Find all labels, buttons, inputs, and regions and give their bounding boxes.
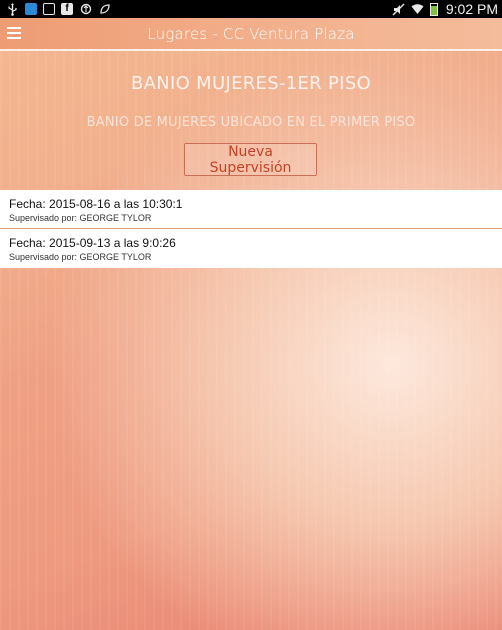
usb-icon [6, 2, 19, 16]
skype-icon [25, 3, 37, 15]
supervision-list-item[interactable]: Fecha: 2015-08-16 a las 10:30:1 Supervis… [0, 190, 502, 229]
battery-icon [429, 2, 438, 16]
wifi-icon [411, 3, 424, 16]
supervision-supervisor: Supervisado por: GEORGE TYLOR [9, 213, 152, 223]
data-saver-icon [98, 3, 111, 16]
place-name: BANIO MUJERES-1ER PISO [131, 73, 371, 94]
battery-level [430, 5, 437, 15]
new-supervision-button[interactable]: Nueva Supervisión [184, 143, 317, 176]
status-system: 9:02 PM [392, 1, 498, 17]
supervision-supervisor: Supervisado por: GEORGE TYLOR [9, 252, 152, 262]
facebook-icon: f [61, 3, 73, 15]
status-clock: 9:02 PM [445, 1, 498, 17]
supervision-date: Fecha: 2015-09-13 a las 9:0:26 [9, 236, 176, 250]
page-title: Lugares - CC Ventura Plaza [147, 25, 355, 43]
supervision-date: Fecha: 2015-08-16 a las 10:30:1 [9, 197, 183, 211]
gallery-icon [43, 3, 55, 15]
action-bar: Lugares - CC Ventura Plaza [0, 18, 502, 51]
place-description: BANIO DE MUJERES UBICADO EN EL PRIMER PI… [86, 115, 416, 130]
mute-icon [392, 3, 405, 16]
status-bar: f 9:02 PM [0, 0, 502, 18]
status-notifications: f [6, 2, 111, 16]
supervision-list: Fecha: 2015-08-16 a las 10:30:1 Supervis… [0, 190, 502, 268]
supervision-list-item[interactable]: Fecha: 2015-09-13 a las 9:0:26 Supervisa… [0, 229, 502, 268]
sync-icon [79, 3, 92, 16]
